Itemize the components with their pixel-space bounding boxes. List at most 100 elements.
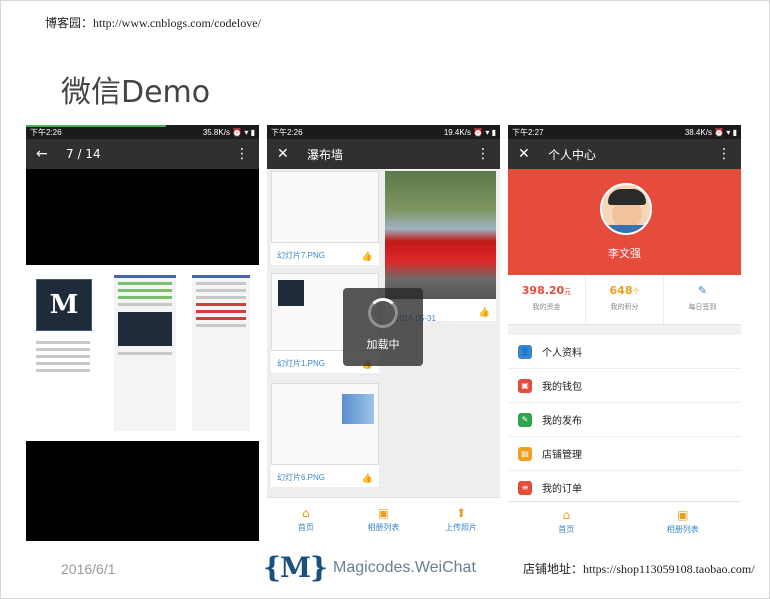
more-icon[interactable]: ⋮: [235, 146, 249, 162]
tab-label: 首页: [297, 523, 314, 532]
preview-column: [114, 275, 176, 431]
loading-dialog: 加载中: [343, 288, 423, 366]
tab-home[interactable]: ⌂ 首页: [508, 502, 625, 541]
viewer-background: [26, 441, 259, 541]
bottom-tab-bar: ⌂ 首页 ▣ 相册列表 ⬆ 上传照片: [267, 497, 500, 541]
close-icon[interactable]: ✕: [518, 146, 534, 162]
avatar-hair: [608, 189, 646, 205]
text-line: [118, 352, 172, 355]
loading-text: 加载中: [366, 338, 400, 351]
photo-thumbnail: [271, 171, 379, 243]
edit-icon: ✎: [518, 412, 532, 427]
tab-upload-photo[interactable]: ⬆ 上传照片: [422, 498, 500, 541]
menu-item-profile[interactable]: 👤 个人资料: [508, 335, 741, 369]
menu-item-store[interactable]: ▤ 店铺管理: [508, 437, 741, 471]
menu-item-my-posts[interactable]: ✎ 我的发布: [508, 403, 741, 437]
tab-label: 相册列表: [666, 525, 699, 534]
upload-icon: ⬆: [456, 506, 467, 520]
status-indicators: 19.4K/s ⏰ ▾ ▮: [443, 127, 496, 137]
close-icon[interactable]: ✕: [277, 146, 293, 162]
photo-caption: 幻灯片1.PNG: [277, 359, 326, 368]
status-bar: 下午2:27 38.4K/s ⏰ ▾ ▮: [508, 125, 741, 139]
slide-preview-image[interactable]: M: [26, 265, 259, 441]
tab-home[interactable]: ⌂ 首页: [267, 498, 345, 541]
app-bar: ✕ 瀑布墙 ⋮: [267, 139, 500, 169]
text-line: [118, 296, 172, 299]
photo-card[interactable]: 幻灯片7.PNG 👍: [271, 171, 379, 265]
stat-value: 398.20元: [521, 284, 572, 297]
phone-waterfall-wall: 下午2:26 19.4K/s ⏰ ▾ ▮ ✕ 瀑布墙 ⋮ 幻灯片7.PNG 👍 …: [267, 125, 500, 541]
text-line: [118, 289, 172, 292]
brand-name: Magicodes.WeiChat: [333, 558, 476, 576]
tab-label: 首页: [558, 525, 575, 534]
highlight-line: [196, 317, 246, 320]
bottom-tab-bar: ⌂ 首页 ▣ 相册列表: [508, 501, 741, 541]
text-line: [196, 289, 246, 292]
like-icon[interactable]: 👍: [362, 474, 373, 484]
tab-label: 上传照片: [445, 523, 478, 532]
like-icon[interactable]: 👍: [362, 252, 373, 262]
text-line: [196, 296, 246, 299]
order-icon: ≡: [518, 480, 532, 495]
text-line: [196, 282, 246, 285]
phone-personal-center: 下午2:27 38.4K/s ⏰ ▾ ▮ ✕ 个人中心 ⋮ 李文强 398.20…: [508, 125, 741, 541]
like-icon[interactable]: 👍: [479, 308, 490, 318]
text-line: [118, 282, 172, 285]
status-indicators: 35.8K/s ⏰ ▾ ▮: [202, 127, 255, 137]
menu-item-label: 店铺管理: [542, 450, 582, 461]
magicodes-logo: [278, 280, 304, 306]
person-icon: 👤: [518, 344, 532, 359]
stat-daily-checkin[interactable]: ✎ 每日签到: [664, 275, 741, 324]
image-counter: 7 / 14: [66, 147, 101, 161]
slide: 博客园：http://www.cnblogs.com/codelove/ 微信D…: [0, 0, 770, 599]
album-icon: ▣: [377, 506, 390, 520]
stat-value: 648个: [609, 284, 640, 297]
brand-logo: {M} Magicodes.WeiChat: [263, 551, 476, 584]
menu-item-orders[interactable]: ≡ 我的订单: [508, 471, 741, 505]
pen-icon: ✎: [697, 284, 708, 297]
status-time: 下午2:26: [271, 127, 303, 137]
back-arrow-icon[interactable]: ←: [36, 146, 52, 162]
avatar[interactable]: [600, 183, 652, 235]
photo-caption: 幻灯片7.PNG: [277, 251, 326, 260]
album-icon: ▣: [677, 508, 689, 522]
home-icon: ⌂: [562, 508, 571, 522]
photo-thumbnail: [385, 171, 496, 299]
highlight-line: [196, 303, 246, 306]
stat-funds[interactable]: 398.20元 我的资金: [508, 275, 586, 324]
text-line: [36, 362, 90, 365]
shop-note: 店铺地址：https://shop113059108.taobao.com/: [523, 562, 755, 576]
more-icon[interactable]: ⋮: [476, 146, 490, 162]
status-time: 下午2:27: [512, 127, 544, 137]
store-icon: ▤: [518, 446, 532, 461]
menu-item-wallet[interactable]: ▣ 我的钱包: [508, 369, 741, 403]
stat-points[interactable]: 648个 我的积分: [586, 275, 664, 324]
menu-list: 👤 个人资料 ▣ 我的钱包 ✎ 我的发布 ▤ 店铺管理 ≡ 我的订单: [508, 335, 741, 505]
profile-header: 李文强: [508, 169, 741, 275]
signal-progress: [26, 125, 166, 127]
tab-album-list[interactable]: ▣ 相册列表: [345, 498, 423, 541]
menu-item-label: 我的发布: [542, 416, 582, 427]
home-icon: ⌂: [302, 506, 310, 520]
wallet-icon: ▣: [518, 378, 532, 393]
text-line: [36, 341, 90, 344]
magicodes-logo-icon: {M}: [263, 551, 328, 584]
stat-label: 每日签到: [688, 303, 717, 311]
user-name: 李文强: [608, 247, 641, 260]
photo-card[interactable]: 幻灯片6.PNG 👍: [271, 383, 379, 487]
status-bar: 下午2:26 19.4K/s ⏰ ▾ ▮: [267, 125, 500, 139]
magicodes-logo: M: [36, 279, 92, 331]
page-title: 微信Demo: [61, 75, 211, 110]
more-icon[interactable]: ⋮: [717, 146, 731, 162]
preview-column: [32, 337, 94, 427]
menu-item-label: 个人资料: [542, 348, 582, 359]
menu-item-label: 我的订单: [542, 484, 582, 495]
text-line: [36, 369, 90, 372]
screen-title: 个人中心: [548, 147, 597, 162]
preview-image-block: [118, 312, 172, 346]
loading-spinner-icon: [368, 298, 398, 328]
menu-item-label: 我的钱包: [542, 382, 582, 393]
status-indicators: 38.4K/s ⏰ ▾ ▮: [684, 127, 737, 137]
status-time: 下午2:26: [30, 127, 62, 137]
tab-album-list[interactable]: ▣ 相册列表: [625, 502, 742, 541]
